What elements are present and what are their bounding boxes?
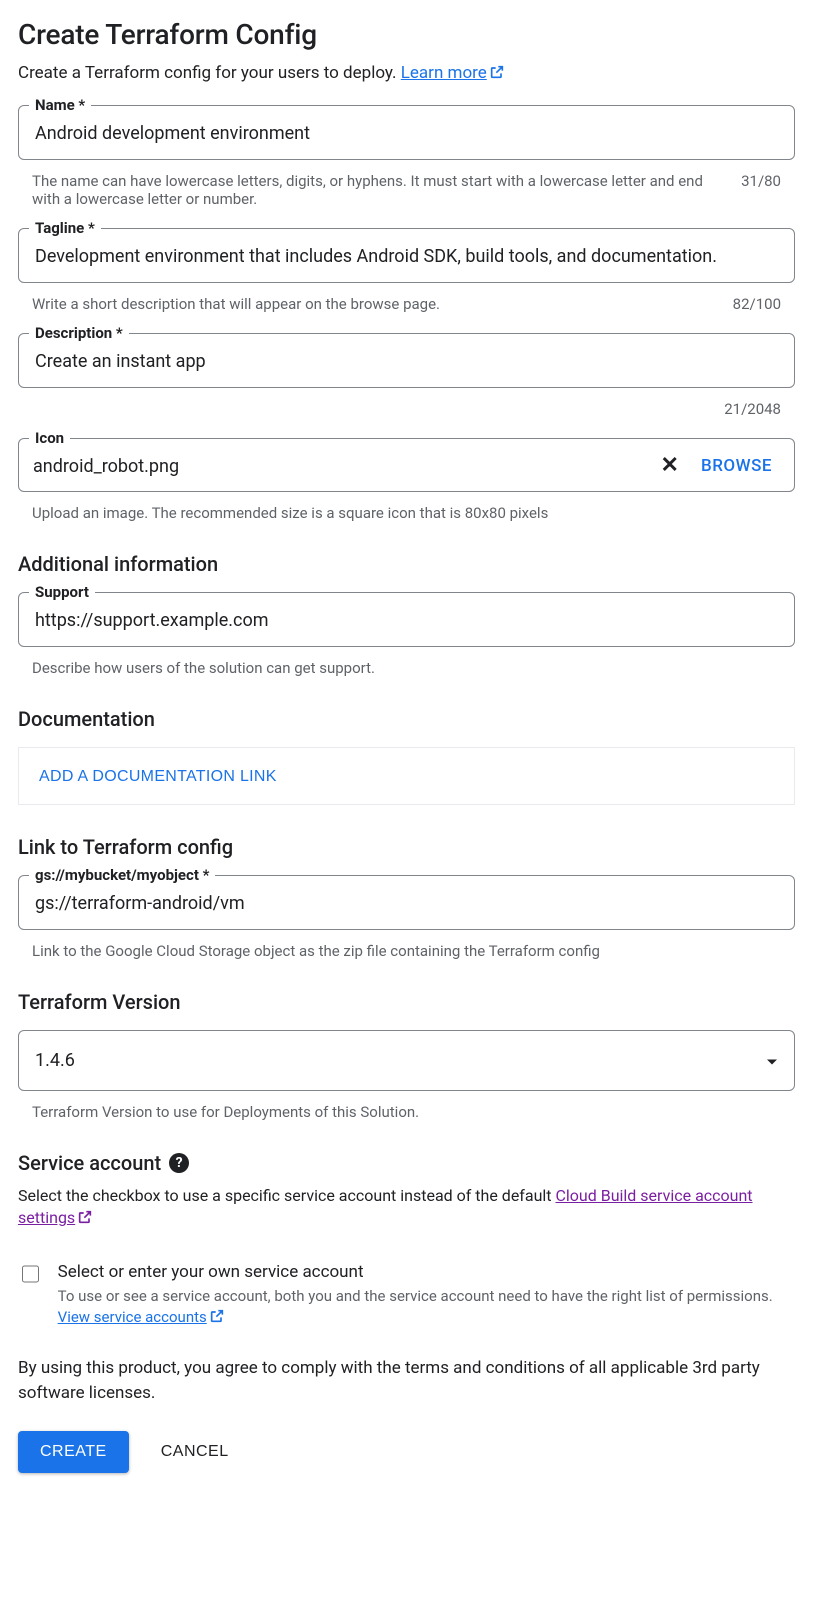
svc-sub-text: To use or see a service account, both yo… xyxy=(58,1287,773,1305)
service-account-checkbox-label: Select or enter your own service account xyxy=(58,1262,795,1282)
documentation-link-box: ADD A DOCUMENTATION LINK xyxy=(18,747,795,805)
description-counter: 21/2048 xyxy=(724,400,781,418)
service-account-checkbox-sub: To use or see a service account, both yo… xyxy=(58,1286,795,1330)
tagline-counter: 82/100 xyxy=(733,295,781,313)
terraform-link-helper: Link to the Google Cloud Storage object … xyxy=(18,936,795,960)
support-input[interactable] xyxy=(33,609,780,632)
description-label: Description * xyxy=(29,324,129,342)
browse-button[interactable]: BROWSE xyxy=(693,456,780,476)
tagline-helper: Write a short description that will appe… xyxy=(32,295,733,313)
terraform-link-field: gs://mybucket/myobject * xyxy=(18,875,795,930)
service-account-desc-text: Select the checkbox to use a specific se… xyxy=(18,1186,555,1205)
terraform-version-select[interactable] xyxy=(33,1049,780,1072)
external-link-icon xyxy=(77,1209,93,1231)
additional-info-heading: Additional information xyxy=(18,552,795,576)
learn-more-link[interactable]: Learn more xyxy=(401,63,505,83)
description-helper xyxy=(32,400,724,418)
view-service-accounts-link[interactable]: View service accounts xyxy=(58,1308,225,1326)
tagline-label: Tagline * xyxy=(29,219,101,237)
icon-field: Icon android_robot.png ✕ BROWSE xyxy=(18,438,795,492)
support-label: Support xyxy=(29,583,95,601)
page-subtitle: Create a Terraform config for your users… xyxy=(18,63,795,85)
description-input[interactable] xyxy=(33,350,780,373)
name-input[interactable] xyxy=(33,122,780,145)
name-helper: The name can have lowercase letters, dig… xyxy=(32,172,741,208)
terraform-link-input[interactable] xyxy=(33,892,780,915)
page-title: Create Terraform Config xyxy=(18,18,795,51)
service-account-checkbox[interactable] xyxy=(22,1264,39,1284)
name-counter: 31/80 xyxy=(741,172,781,208)
icon-filename: android_robot.png xyxy=(33,456,647,477)
terraform-version-heading: Terraform Version xyxy=(18,990,795,1014)
external-link-icon xyxy=(209,1308,225,1330)
description-field: Description * xyxy=(18,333,795,388)
service-account-heading: Service account xyxy=(18,1151,161,1175)
agreement-text: By using this product, you agree to comp… xyxy=(18,1356,795,1407)
tagline-input[interactable] xyxy=(33,245,780,268)
terraform-version-helper: Terraform Version to use for Deployments… xyxy=(18,1097,795,1121)
documentation-heading: Documentation xyxy=(18,707,795,731)
subtitle-text: Create a Terraform config for your users… xyxy=(18,63,401,83)
service-account-description: Select the checkbox to use a specific se… xyxy=(18,1185,795,1232)
icon-helper: Upload an image. The recommended size is… xyxy=(18,498,795,522)
icon-label: Icon xyxy=(29,429,70,447)
create-button[interactable]: CREATE xyxy=(18,1431,129,1473)
learn-more-text: Learn more xyxy=(401,63,487,83)
support-helper: Describe how users of the solution can g… xyxy=(18,653,795,677)
add-documentation-link-button[interactable]: ADD A DOCUMENTATION LINK xyxy=(39,768,277,786)
link-to-terraform-heading: Link to Terraform config xyxy=(18,835,795,859)
terraform-link-label: gs://mybucket/myobject * xyxy=(29,866,215,884)
name-field: Name * xyxy=(18,105,795,160)
external-link-icon xyxy=(489,64,505,85)
name-label: Name * xyxy=(29,96,91,114)
support-field: Support xyxy=(18,592,795,647)
cancel-button[interactable]: CANCEL xyxy=(153,1431,237,1473)
tagline-field: Tagline * xyxy=(18,228,795,283)
clear-icon[interactable]: ✕ xyxy=(657,455,683,477)
terraform-version-field[interactable] xyxy=(18,1030,795,1091)
view-svc-link-text: View service accounts xyxy=(58,1308,207,1326)
help-icon[interactable]: ? xyxy=(169,1153,189,1173)
